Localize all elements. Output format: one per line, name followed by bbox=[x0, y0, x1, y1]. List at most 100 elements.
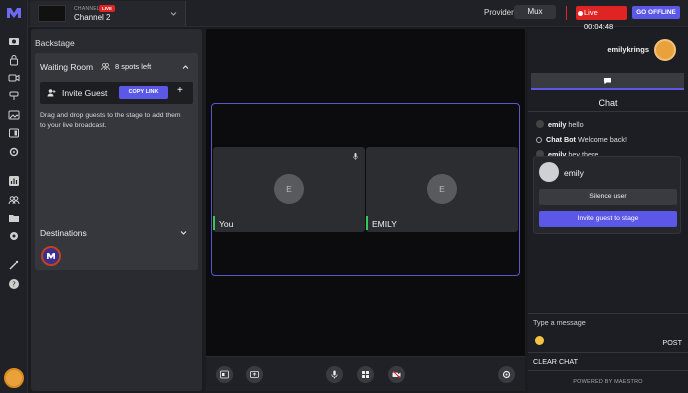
maestro-logo[interactable] bbox=[6, 6, 22, 20]
broadcast-icon[interactable] bbox=[8, 35, 20, 47]
waiting-room: Waiting Room 8 spots left Invite Guest C… bbox=[35, 53, 198, 244]
message-text: Welcome back! bbox=[577, 135, 627, 144]
powered-by: POWERED BY MAESTRO bbox=[573, 379, 643, 385]
stage-settings-button[interactable] bbox=[498, 366, 515, 383]
chat-message[interactable]: Chat Bot Welcome back! bbox=[536, 135, 627, 144]
invite-guest-label: Invite guest to stage bbox=[577, 215, 639, 222]
add-user-icon bbox=[47, 89, 56, 97]
go-offline-button[interactable]: GO OFFLINE bbox=[632, 6, 680, 19]
settings-icon[interactable] bbox=[8, 146, 20, 158]
participant-avatar: E bbox=[427, 174, 457, 204]
user-avatar bbox=[536, 120, 544, 128]
top-bar: CHANNEL LIVE Channel 2 Provider Mux Live… bbox=[28, 0, 688, 31]
spots-left: 8 spots left bbox=[115, 62, 152, 71]
divider bbox=[528, 352, 688, 353]
clear-chat-button[interactable]: CLEAR CHAT bbox=[533, 357, 578, 366]
user-avatar[interactable] bbox=[654, 39, 676, 61]
chevron-up-icon[interactable] bbox=[182, 64, 189, 70]
user-action-popup: emily Silence user Invite guest to stage bbox=[533, 156, 681, 234]
invite-guest-row: Invite Guest COPY LINK + bbox=[40, 82, 193, 104]
invite-guest-to-stage-button[interactable]: Invite guest to stage bbox=[539, 211, 677, 227]
stage-controls bbox=[206, 356, 525, 391]
app-root: ? CHANNEL LIVE Channel 2 Provider Mux Li… bbox=[0, 0, 688, 393]
channel-selector[interactable]: CHANNEL LIVE Channel 2 bbox=[30, 1, 186, 26]
chevron-down-icon[interactable] bbox=[180, 230, 187, 236]
mic-button[interactable] bbox=[326, 366, 343, 383]
layout-icon bbox=[220, 370, 229, 379]
chat-bubble-icon bbox=[604, 77, 611, 84]
message-user: emily bbox=[548, 120, 567, 129]
bot-icon bbox=[536, 137, 542, 143]
profile-avatar[interactable] bbox=[4, 368, 24, 388]
copy-link-button[interactable]: COPY LINK bbox=[119, 86, 168, 99]
camera-off-icon bbox=[392, 370, 401, 379]
participant-name: EMILY bbox=[372, 219, 397, 229]
image-icon[interactable] bbox=[8, 109, 20, 121]
speaking-indicator bbox=[366, 216, 368, 230]
participant-avatar: E bbox=[274, 174, 304, 204]
camera-off-button[interactable] bbox=[388, 366, 405, 383]
live-timer: Live 00:04:48 bbox=[576, 6, 627, 31]
paint-icon[interactable] bbox=[8, 90, 20, 102]
silence-user-label: Silence user bbox=[589, 193, 627, 200]
user-avatar bbox=[539, 162, 559, 182]
magic-icon[interactable] bbox=[8, 259, 20, 271]
gear-icon[interactable] bbox=[8, 230, 20, 242]
post-button[interactable]: POST bbox=[662, 338, 682, 347]
participant-tile-you[interactable]: E You bbox=[213, 147, 365, 232]
popup-username: emily bbox=[564, 168, 584, 178]
message-text: hello bbox=[568, 120, 584, 129]
settings-icon bbox=[502, 370, 511, 379]
analytics-icon[interactable] bbox=[8, 175, 20, 187]
chat-title: Chat bbox=[598, 98, 618, 108]
channel-thumbnail bbox=[38, 5, 66, 22]
users-icon[interactable] bbox=[8, 194, 20, 206]
share-screen-button[interactable] bbox=[246, 366, 263, 383]
lock-icon[interactable] bbox=[8, 54, 20, 66]
destinations-title: Destinations bbox=[40, 228, 87, 238]
channel-name: Channel 2 bbox=[74, 13, 111, 22]
video-icon[interactable] bbox=[8, 72, 20, 84]
divider bbox=[528, 111, 688, 112]
svg-text:?: ? bbox=[12, 281, 16, 289]
share-screen-icon bbox=[250, 371, 259, 378]
speaking-indicator bbox=[213, 216, 215, 230]
silence-user-button[interactable]: Silence user bbox=[539, 189, 677, 205]
backstage-title: Backstage bbox=[35, 38, 75, 48]
grid-button[interactable] bbox=[357, 366, 374, 383]
folder-icon[interactable] bbox=[8, 212, 20, 224]
grid-icon bbox=[362, 371, 369, 378]
chevron-down-icon bbox=[170, 12, 177, 16]
live-dot-icon bbox=[578, 10, 583, 16]
message-input[interactable]: Type a message bbox=[533, 318, 586, 327]
layout-button[interactable] bbox=[216, 366, 233, 383]
channel-label: CHANNEL bbox=[74, 6, 100, 12]
divider bbox=[528, 370, 688, 371]
emoji-icon[interactable] bbox=[535, 336, 544, 345]
left-rail: ? bbox=[0, 0, 28, 393]
invite-guest-label: Invite Guest bbox=[62, 88, 108, 98]
destinations-section: Destinations bbox=[35, 219, 198, 270]
current-username: emilykrings bbox=[607, 45, 649, 54]
chat-panel: emilykrings Chat emily hello Chat Bot We… bbox=[528, 29, 688, 393]
waiting-room-title: Waiting Room bbox=[40, 62, 94, 72]
tab-chat[interactable] bbox=[531, 73, 684, 90]
help-icon[interactable]: ? bbox=[8, 278, 20, 290]
add-guest-button[interactable]: + bbox=[177, 85, 183, 96]
provider-label: Provider bbox=[484, 8, 514, 17]
maestro-destination-icon[interactable] bbox=[41, 246, 61, 266]
mic-icon bbox=[353, 153, 358, 160]
layout-icon[interactable] bbox=[8, 127, 20, 139]
chat-message[interactable]: emily hello bbox=[536, 120, 584, 129]
provider-select[interactable]: Mux bbox=[514, 5, 556, 19]
live-badge: LIVE bbox=[99, 5, 116, 12]
divider bbox=[528, 313, 688, 314]
participant-tile-emily[interactable]: E EMILY bbox=[366, 147, 518, 232]
backstage-panel: Backstage Waiting Room 8 spots left Invi… bbox=[31, 29, 202, 391]
live-timer-text: Live 00:04:48 bbox=[584, 8, 614, 31]
users-icon bbox=[101, 63, 110, 71]
message-user: Chat Bot bbox=[546, 135, 576, 144]
stage: E You E EMILY bbox=[206, 29, 525, 391]
divider bbox=[566, 6, 567, 20]
participant-name: You bbox=[219, 219, 234, 229]
